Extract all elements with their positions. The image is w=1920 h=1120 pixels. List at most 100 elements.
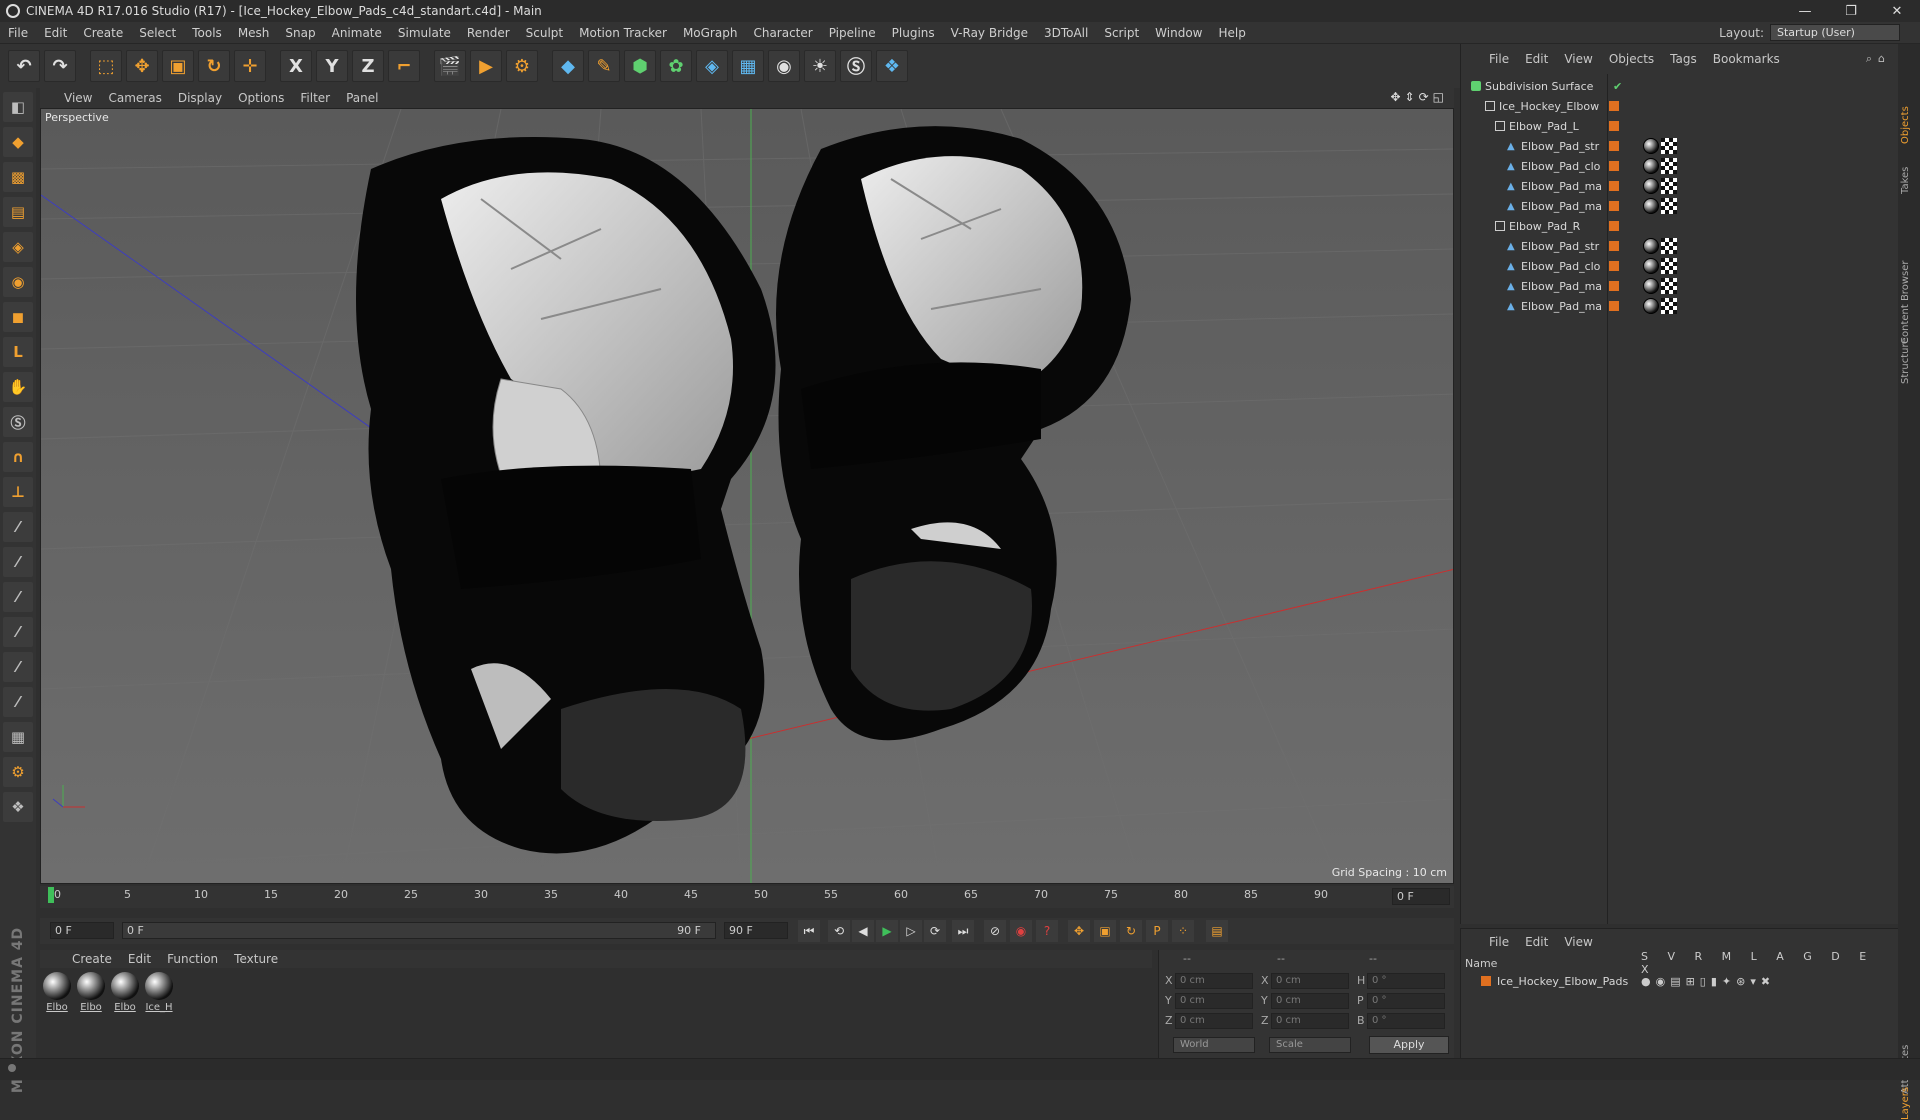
render-picture-viewer-icon[interactable]: ▶ (470, 50, 502, 82)
menu-animate[interactable]: Animate (324, 26, 390, 40)
play-icon[interactable]: ▶ (876, 920, 898, 942)
texture-mode-icon[interactable]: ◆ (3, 127, 33, 157)
coordinate-system-icon[interactable]: ⌐ (388, 50, 420, 82)
vray-icon[interactable]: Ⓢ (840, 50, 872, 82)
redo-icon[interactable]: ↷ (44, 50, 76, 82)
model-mode-icon[interactable]: ◧ (3, 92, 33, 122)
object-row-mesh[interactable]: ▲ Elbow_Pad_clo (1461, 156, 1899, 176)
material-menu-edit[interactable]: Edit (120, 952, 159, 966)
viewport-menu-options[interactable]: Options (230, 91, 292, 105)
material-item[interactable]: Elbo (42, 972, 72, 1013)
object-manager-search-icon[interactable]: ⌕⌂ (1866, 52, 1891, 66)
object-row-mesh[interactable]: ▲ Elbow_Pad_ma (1461, 176, 1899, 196)
rotation-p-field[interactable]: 0 ° (1367, 993, 1445, 1009)
object-row-subdivision-surface[interactable]: Subdivision Surface ✔ (1461, 76, 1899, 96)
key-scale-icon[interactable]: ▣ (1094, 920, 1116, 942)
menu-window[interactable]: Window (1147, 26, 1210, 40)
menu-script[interactable]: Script (1096, 26, 1147, 40)
gear-icon[interactable]: ⚙ (3, 757, 33, 787)
menu-plugins[interactable]: Plugins (884, 26, 943, 40)
menu-vray-bridge[interactable]: V-Ray Bridge (943, 26, 1036, 40)
material-tag-icon[interactable] (1643, 138, 1659, 154)
layers-menu-view[interactable]: View (1556, 935, 1600, 949)
menu-pipeline[interactable]: Pipeline (821, 26, 884, 40)
uvw-tag-icon[interactable] (1661, 138, 1677, 154)
coordinate-space-dropdown[interactable]: World (1173, 1037, 1255, 1053)
x-axis-icon[interactable]: X (280, 50, 312, 82)
uvw-tag-icon[interactable] (1661, 158, 1677, 174)
brush-icon[interactable]: L (3, 337, 33, 367)
material-menu-create[interactable]: Create (64, 952, 120, 966)
uv-icon[interactable]: ◼ (3, 302, 33, 332)
previous-key-icon[interactable]: ⟲ (828, 920, 850, 942)
sculpt-icon-3[interactable]: ⁄ (3, 547, 33, 577)
sculpt-icon-5[interactable]: ⁄ (3, 617, 33, 647)
material-tag-icon[interactable] (1643, 198, 1659, 214)
position-y-field[interactable]: 0 cm (1175, 993, 1253, 1009)
apply-button[interactable]: Apply (1369, 1036, 1449, 1054)
array-icon[interactable]: ✿ (660, 50, 692, 82)
tab-takes[interactable]: Takes (1900, 167, 1911, 194)
material-menu-texture[interactable]: Texture (226, 952, 286, 966)
position-z-field[interactable]: 0 cm (1175, 1013, 1253, 1029)
objects-menu-view[interactable]: View (1556, 52, 1600, 66)
undo-icon[interactable]: ↶ (8, 50, 40, 82)
layer-toggle-icons[interactable]: ●◉▤⊞▯▮✦⊛▾✖ (1641, 975, 1775, 988)
key-rotation-icon[interactable]: ↻ (1120, 920, 1142, 942)
deformer-icon[interactable]: ◈ (696, 50, 728, 82)
rotate-icon[interactable]: ↻ (198, 50, 230, 82)
object-row-mesh[interactable]: ▲ Elbow_Pad_clo (1461, 256, 1899, 276)
current-frame-field[interactable]: 0 F (1392, 888, 1450, 905)
go-to-start-icon[interactable]: ⏮ (798, 920, 820, 942)
size-z-field[interactable]: 0 cm (1271, 1013, 1349, 1029)
maximize-button[interactable]: ❐ (1828, 0, 1874, 22)
keyframe-help-icon[interactable]: ? (1036, 920, 1058, 942)
transform-icon[interactable]: ✛ (234, 50, 266, 82)
move-icon[interactable]: ✥ (126, 50, 158, 82)
uvw-tag-icon[interactable] (1661, 198, 1677, 214)
menu-file[interactable]: File (0, 26, 36, 40)
light-icon[interactable]: ☀ (804, 50, 836, 82)
layers-menu-file[interactable]: File (1481, 935, 1517, 949)
z-axis-icon[interactable]: Z (352, 50, 384, 82)
tab-structure[interactable]: Structure (1900, 337, 1911, 384)
rotation-b-field[interactable]: 0 ° (1367, 1013, 1445, 1029)
menu-simulate[interactable]: Simulate (390, 26, 459, 40)
camera-icon[interactable]: ◉ (768, 50, 800, 82)
size-mode-dropdown[interactable]: Scale (1269, 1037, 1351, 1053)
next-frame-icon[interactable]: ▷ (900, 920, 922, 942)
viewport-menu-panel[interactable]: Panel (338, 91, 386, 105)
size-y-field[interactable]: 0 cm (1271, 993, 1349, 1009)
polygons-mode-icon[interactable]: ◉ (3, 267, 33, 297)
sculpt-icon-7[interactable]: ⁄ (3, 687, 33, 717)
previous-frame-icon[interactable]: ◀ (852, 920, 874, 942)
next-key-icon[interactable]: ⟳ (924, 920, 946, 942)
grid-lock-icon[interactable]: ▦ (3, 722, 33, 752)
python-icon[interactable]: ❖ (876, 50, 908, 82)
material-tag-icon[interactable] (1643, 178, 1659, 194)
frame-range-slider[interactable]: 0 F 90 F (122, 922, 716, 939)
pen-icon[interactable]: ✎ (588, 50, 620, 82)
layout-dropdown[interactable]: Startup (User) (1770, 24, 1900, 41)
object-row-null[interactable]: Ice_Hockey_Elbow (1461, 96, 1899, 116)
edges-mode-icon[interactable]: ◈ (3, 232, 33, 262)
enabled-check-icon[interactable]: ✔ (1613, 80, 1622, 93)
start-frame-field[interactable]: 0 F (50, 922, 114, 939)
objects-menu-bookmarks[interactable]: Bookmarks (1705, 52, 1788, 66)
menu-motion-tracker[interactable]: Motion Tracker (571, 26, 675, 40)
uvw-tag-icon[interactable] (1661, 238, 1677, 254)
perspective-viewport[interactable]: Perspective Grid Spacing : 10 cm (40, 108, 1454, 884)
live-selection-icon[interactable]: ⬚ (90, 50, 122, 82)
object-row-mesh[interactable]: ▲ Elbow_Pad_ma (1461, 296, 1899, 316)
subdivision-icon[interactable]: ⬢ (624, 50, 656, 82)
end-frame-field[interactable]: 90 F (724, 922, 788, 939)
menu-mograph[interactable]: MoGraph (675, 26, 746, 40)
menu-select[interactable]: Select (131, 26, 184, 40)
uvw-tag-icon[interactable] (1661, 258, 1677, 274)
object-row-mesh[interactable]: ▲ Elbow_Pad_ma (1461, 196, 1899, 216)
rotation-h-field[interactable]: 0 ° (1367, 973, 1445, 989)
auto-key-icon[interactable]: ◉ (1010, 920, 1032, 942)
timeline-window-icon[interactable]: ▤ (1206, 920, 1228, 942)
menu-snap[interactable]: Snap (277, 26, 323, 40)
go-to-end-icon[interactable]: ⏭ (952, 920, 974, 942)
